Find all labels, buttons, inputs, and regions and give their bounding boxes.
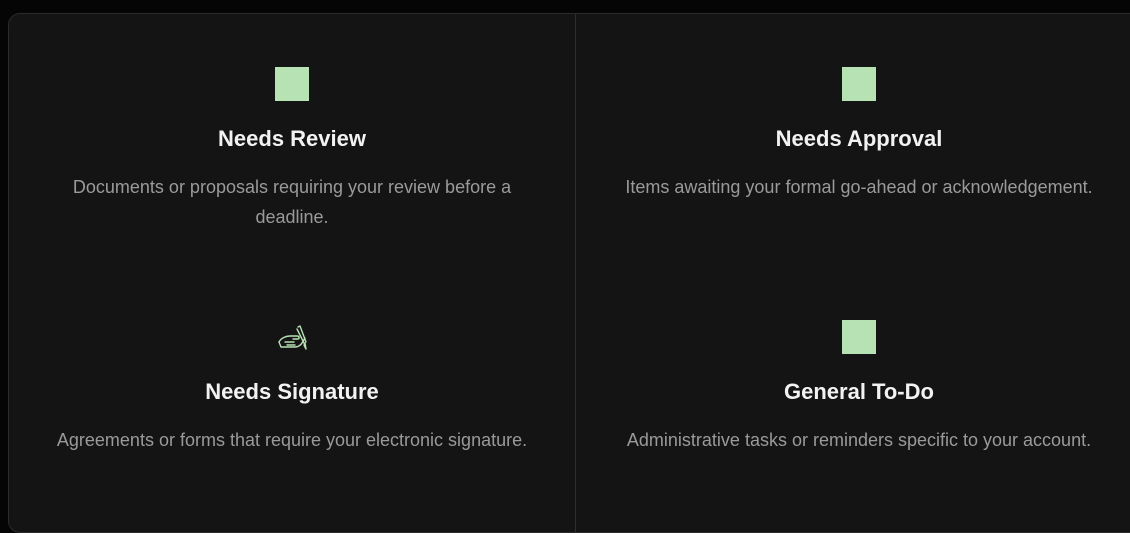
card-general-todo[interactable]: General To-Do Administrative tasks or re… [576, 267, 1130, 517]
task-categories-panel: Needs Review Documents or proposals requ… [8, 13, 1130, 533]
card-title: Needs Signature [205, 379, 379, 404]
writing-hand-icon [275, 320, 309, 354]
green-square-icon [842, 67, 876, 101]
green-square-icon [842, 320, 876, 354]
card-description: Agreements or forms that require your el… [56, 430, 528, 450]
card-needs-review[interactable]: Needs Review Documents or proposals requ… [9, 14, 575, 264]
card-description: Documents or proposals requiring your re… [72, 177, 512, 227]
card-title: Needs Review [218, 126, 366, 151]
card-needs-signature[interactable]: Needs Signature Agreements or forms that… [9, 267, 575, 517]
green-square-icon [275, 67, 309, 101]
card-description: Items awaiting your formal go-ahead or a… [625, 177, 1093, 197]
card-description: Administrative tasks or reminders specif… [626, 430, 1092, 450]
card-title: Needs Approval [775, 126, 943, 151]
card-needs-approval[interactable]: Needs Approval Items awaiting your forma… [576, 14, 1130, 264]
card-title: General To-Do [784, 379, 934, 404]
